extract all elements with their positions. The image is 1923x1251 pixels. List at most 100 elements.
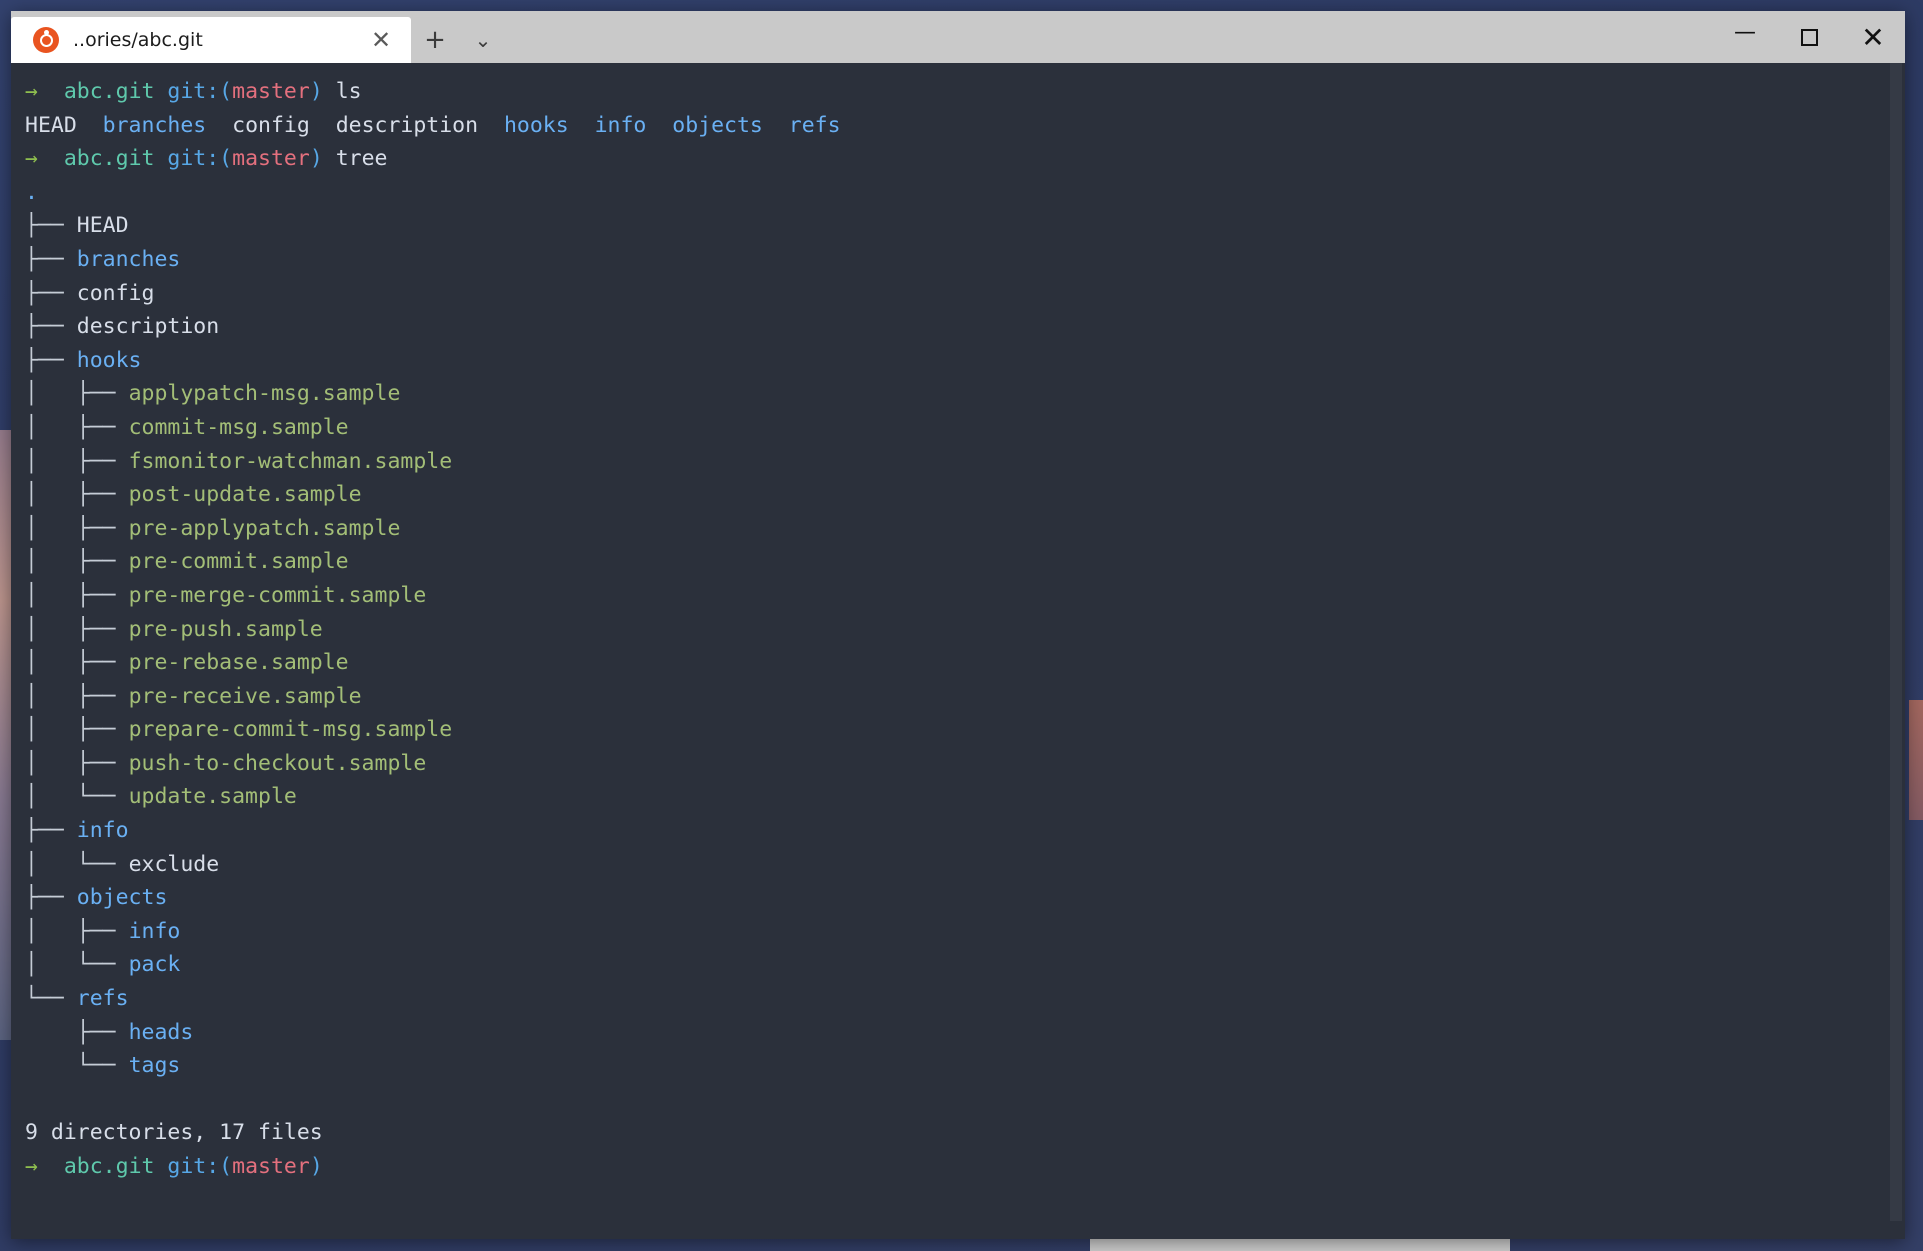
new-tab-button[interactable]: + <box>411 17 459 63</box>
ls-entry-refs: refs <box>788 112 841 138</box>
terminal-scrollbar[interactable] <box>1889 63 1903 1239</box>
tree-branch-glyph: │ ├── <box>25 717 129 743</box>
prompt-git-prefix: git:( <box>167 79 233 104</box>
close-button[interactable]: ✕ <box>1841 11 1905 63</box>
chevron-down-icon[interactable]: ⌄ <box>459 17 507 63</box>
tree-row: ├── HEAD <box>25 209 1905 243</box>
tree-branch-glyph: ├── <box>25 885 77 911</box>
tree-branch-glyph: │ ├── <box>25 549 129 575</box>
prompt-line-tree: → abc.git git:(master) tree <box>25 142 1905 176</box>
prompt-git-prefix: git:( <box>167 1154 233 1179</box>
prompt-path: abc.git <box>63 1154 168 1179</box>
ls-entry-hooks: hooks <box>503 112 569 138</box>
ubuntu-logo-icon <box>33 27 59 53</box>
tab-title: ..ories/abc.git <box>73 29 203 51</box>
tree-branch-glyph: │ ├── <box>25 918 129 944</box>
tree-branch-glyph: └── <box>25 1053 129 1079</box>
tree-entry-7: fsmonitor-watchman.sample <box>128 448 453 474</box>
tree-row: ├── info <box>25 814 1905 848</box>
tree-entry-12: pre-push.sample <box>128 616 323 642</box>
tree-entry-23: refs <box>76 986 129 1012</box>
minimize-button[interactable]: — <box>1713 6 1777 68</box>
prompt-branch: master <box>232 1154 310 1179</box>
window-titlebar[interactable]: ..ories/abc.git ✕ + ⌄ — ✕ <box>11 11 1905 63</box>
tree-branch-glyph: │ ├── <box>25 515 129 541</box>
tree-entry-5: applypatch-msg.sample <box>128 381 401 407</box>
tree-entry-16: push-to-checkout.sample <box>128 750 427 776</box>
tree-entry-15: prepare-commit-msg.sample <box>128 717 453 743</box>
tree-row: └── tags <box>25 1049 1905 1083</box>
tree-row: ├── config <box>25 277 1905 311</box>
tree-entry-17: update.sample <box>128 784 297 810</box>
tree-branch-glyph: │ ├── <box>25 616 129 642</box>
ls-gap <box>646 113 672 138</box>
tab-abc-git[interactable]: ..ories/abc.git ✕ <box>11 17 411 63</box>
tree-row: │ ├── pre-commit.sample <box>25 545 1905 579</box>
terminal-content[interactable]: → abc.git git:(master) ls HEAD branches c… <box>11 63 1905 1239</box>
prompt-branch: master <box>232 79 310 104</box>
tree-branch-glyph: │ ├── <box>25 650 129 676</box>
tree-row: │ ├── pre-rebase.sample <box>25 646 1905 680</box>
tree-branch-glyph: ├── <box>25 246 77 272</box>
ls-entry-description: description <box>335 112 479 138</box>
prompt-git-suffix: ) <box>309 146 323 172</box>
tree-row: │ ├── prepare-commit-msg.sample <box>25 713 1905 747</box>
tree-row: ├── hooks <box>25 344 1905 378</box>
tree-row: ├── description <box>25 310 1905 344</box>
prompt-git-suffix: ) <box>309 79 323 104</box>
terminal-bottom-padding <box>11 1221 1905 1239</box>
tree-row: │ ├── pre-applypatch.sample <box>25 512 1905 546</box>
prompt-line-ls: → abc.git git:(master) ls <box>25 75 1905 109</box>
maximize-button[interactable] <box>1777 11 1841 63</box>
tree-branch-glyph: │ └── <box>25 952 129 978</box>
tab-close-icon[interactable]: ✕ <box>361 28 401 52</box>
tree-branch-glyph: ├── <box>25 314 77 340</box>
ls-entry-config: config <box>232 112 310 138</box>
tree-row: ├── objects <box>25 881 1905 915</box>
tree-entry-2: config <box>76 280 155 306</box>
maximize-icon <box>1800 28 1818 46</box>
ls-gap <box>763 113 789 138</box>
tree-branch-glyph: │ ├── <box>25 482 129 508</box>
tree-summary: 9 directories, 17 files <box>25 1120 323 1146</box>
tree-row: │ ├── applypatch-msg.sample <box>25 377 1905 411</box>
tree-row: └── refs <box>25 982 1905 1016</box>
tree-row: │ └── pack <box>25 948 1905 982</box>
prompt-path: abc.git <box>63 79 168 104</box>
tree-branch-glyph: ├── <box>25 818 77 844</box>
ls-entry-branches: branches <box>102 112 207 138</box>
ls-gap <box>310 113 336 138</box>
ls-entry-HEAD: HEAD <box>25 112 77 138</box>
tree-entry-14: pre-receive.sample <box>128 683 362 709</box>
tree-entry-19: exclude <box>128 851 220 877</box>
terminal-window: ..ories/abc.git ✕ + ⌄ — ✕ → abc.git git:… <box>11 11 1905 1239</box>
tab-strip: ..ories/abc.git ✕ + ⌄ <box>11 11 507 63</box>
scrollbar-thumb[interactable] <box>1890 63 1902 1239</box>
tree-entry-20: objects <box>76 885 168 911</box>
tree-branch-glyph: │ ├── <box>25 448 129 474</box>
prompt-git-prefix: git:( <box>167 146 233 172</box>
tree-row: │ ├── pre-receive.sample <box>25 680 1905 714</box>
terminal-output: → abc.git git:(master) ls HEAD branches c… <box>25 75 1905 1184</box>
tree-entry-13: pre-rebase.sample <box>128 650 349 676</box>
tree-branch-glyph: │ ├── <box>25 750 129 776</box>
tree-row: │ ├── commit-msg.sample <box>25 411 1905 445</box>
ls-entry-info: info <box>594 112 647 138</box>
tree-row: ├── heads <box>25 1016 1905 1050</box>
tree-branch-glyph: │ └── <box>25 784 129 810</box>
tree-row: │ ├── info <box>25 915 1905 949</box>
tree-row: │ └── exclude <box>25 848 1905 882</box>
tree-branch-glyph: │ ├── <box>25 683 129 709</box>
tree-row: │ ├── fsmonitor-watchman.sample <box>25 445 1905 479</box>
prompt-line-final: → abc.git git:(master) <box>25 1150 1905 1184</box>
tree-branch-glyph: ├── <box>25 347 77 373</box>
prompt-path: abc.git <box>63 146 168 172</box>
tree-entry-9: pre-applypatch.sample <box>128 515 401 541</box>
tree-branch-glyph: ├── <box>25 280 77 306</box>
prompt-arrow-icon: → <box>25 146 64 172</box>
tree-entry-18: info <box>76 818 129 844</box>
tree-entry-24: heads <box>128 1019 194 1045</box>
window-controls: — ✕ <box>1713 11 1905 63</box>
desktop-wallpaper-right-strip <box>1909 700 1923 820</box>
